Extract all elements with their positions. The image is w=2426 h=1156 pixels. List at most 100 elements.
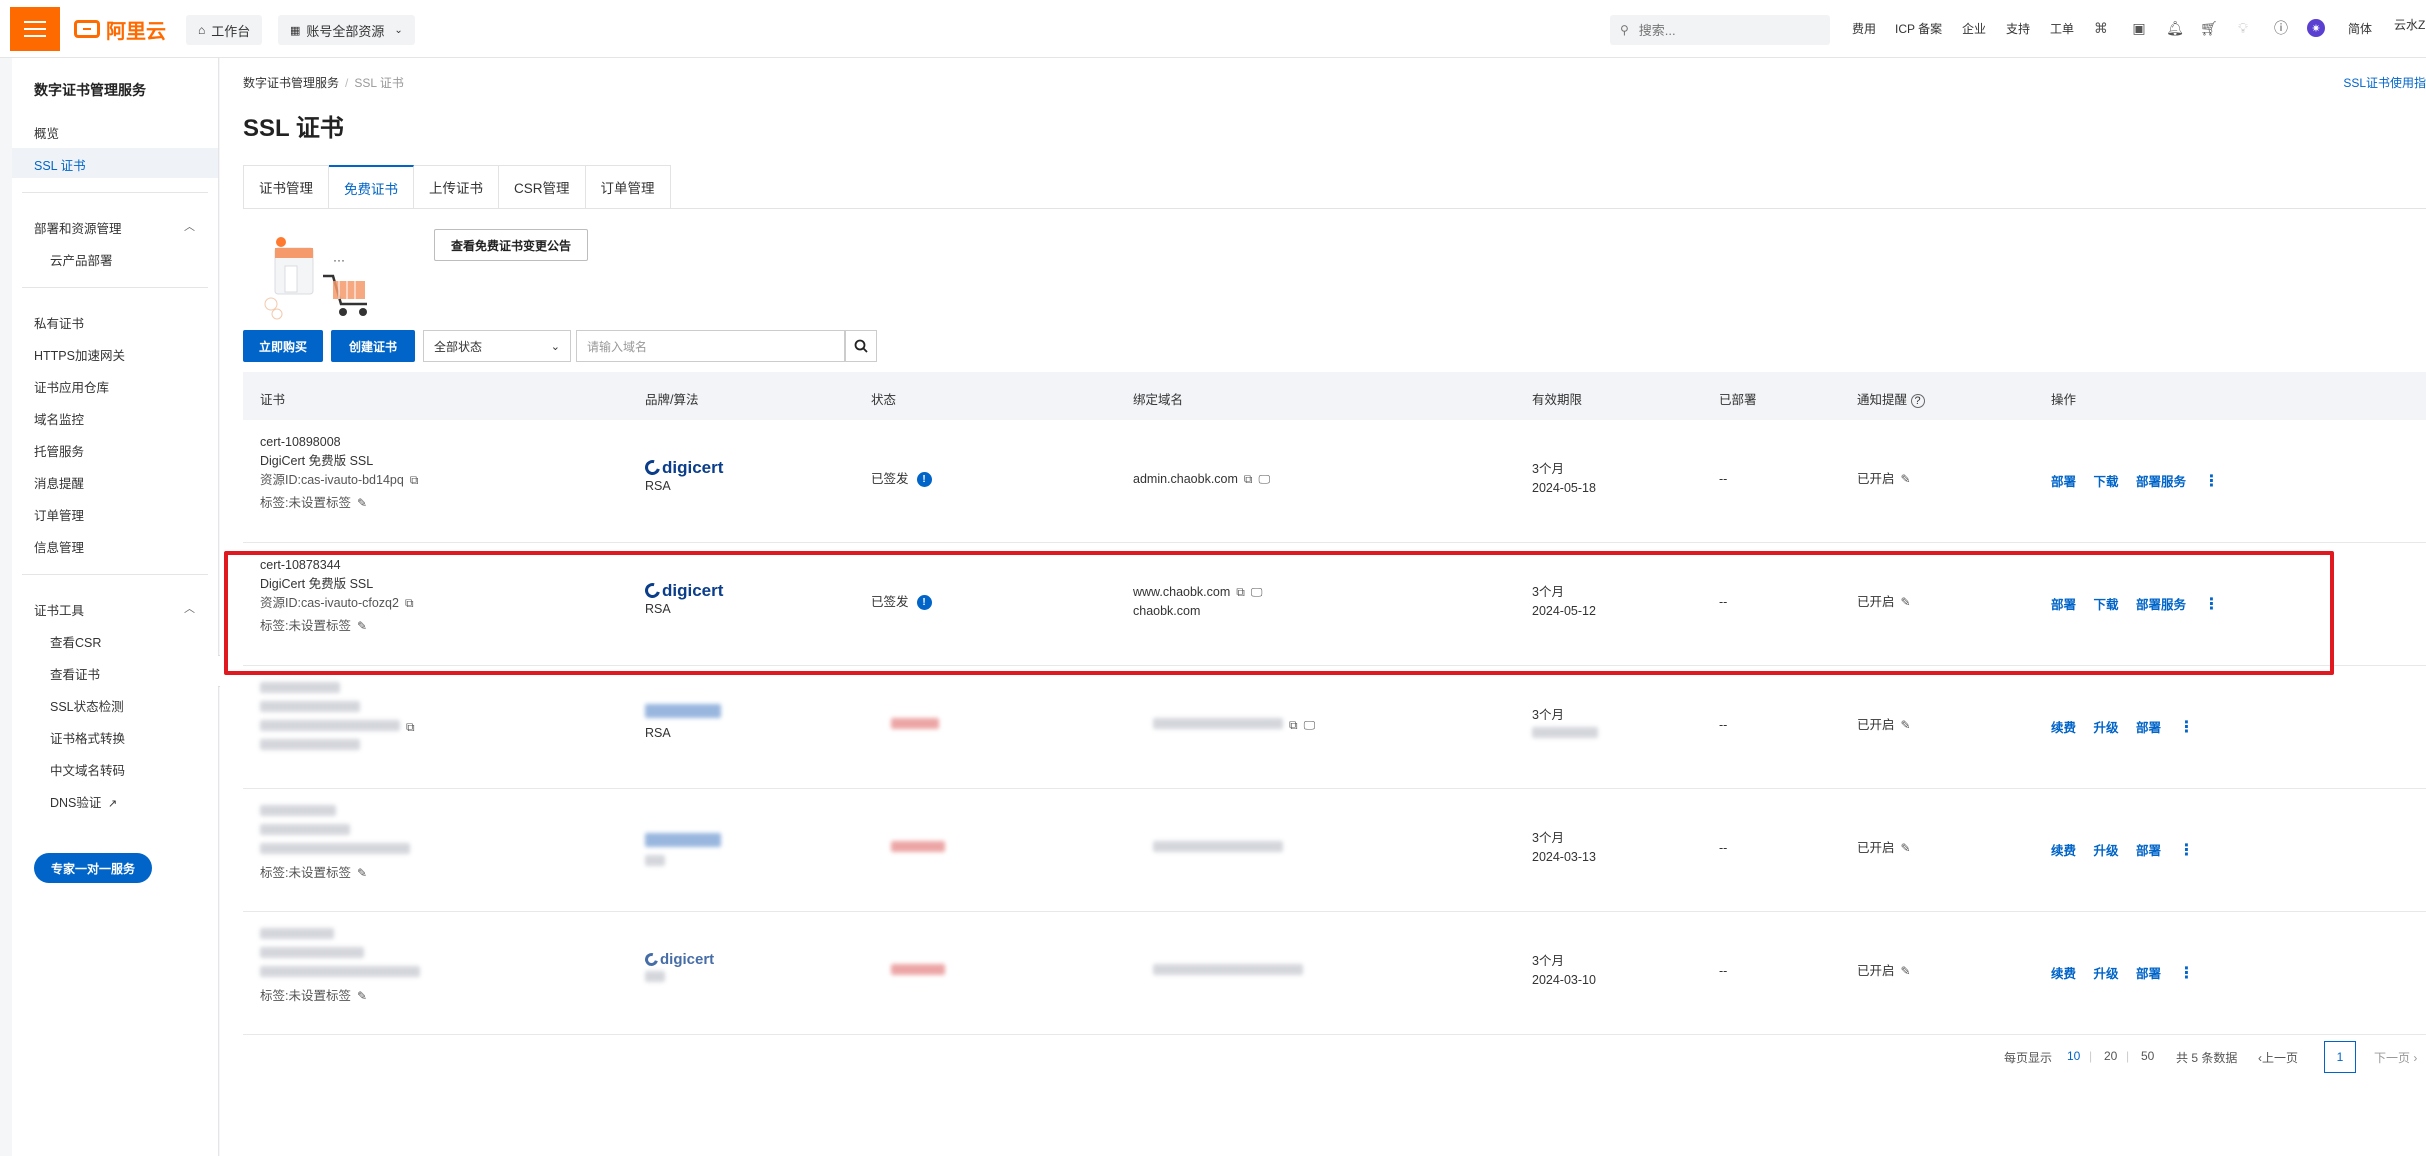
next-page[interactable]: 下一页 › [2374,1049,2417,1066]
settings-app-icon[interactable]: ✷ [2307,19,2325,37]
chevron-up-icon[interactable]: ︿ [184,600,195,616]
question-icon[interactable]: ? [1910,394,1925,408]
free-cert-notice-button[interactable]: 查看免费证书变更公告 [434,229,588,261]
prev-page[interactable]: ‹上一页 [2258,1049,2298,1066]
more-icon[interactable]: ⋮ [2179,965,2195,982]
download-link[interactable]: 下载 [2094,475,2119,489]
sidebar-item-dns-verify[interactable]: DNS验证 ↗ [50,792,117,811]
edit-icon[interactable]: ✎ [357,864,367,883]
breadcrumb-root[interactable]: 数字证书管理服务 [243,76,339,90]
global-search-input[interactable] [1636,21,1807,39]
sidebar-item-cloud-deploy[interactable]: 云产品部署 [50,250,113,269]
page-size-10[interactable]: 10 [2067,1049,2080,1063]
language-switch[interactable]: 简体 [2348,20,2372,37]
copy-icon[interactable]: ⧉ [406,718,415,737]
deploy-link[interactable]: 部署 [2051,475,2076,489]
cart-icon[interactable]: 🛒︎ [2200,19,2218,37]
page-size-20[interactable]: 20 [2104,1049,2117,1063]
domain-search-input[interactable]: 请输入域名 [576,330,846,362]
upgrade-link[interactable]: 升级 [2094,844,2119,858]
renew-link[interactable]: 续费 [2051,844,2076,858]
create-cert-button[interactable]: 创建证书 [331,330,415,362]
info-icon[interactable]: ! [916,472,932,488]
copy-icon[interactable]: ⧉ [1244,470,1253,489]
more-icon[interactable]: ⋮ [2179,842,2195,859]
monitor-icon[interactable]: 🖵︎ [1259,470,1271,489]
info-icon[interactable]: ! [916,595,932,611]
deploy-link[interactable]: 部署 [2136,844,2161,858]
sidebar-item-view-cert[interactable]: 查看证书 [50,664,100,683]
sidebar-item-info[interactable]: 信息管理 [34,537,84,556]
deploy-link[interactable]: 部署 [2136,721,2161,735]
sidebar-item-orders[interactable]: 订单管理 [34,505,84,524]
tab-upload-cert[interactable]: 上传证书 [414,165,499,209]
nav-billing[interactable]: 费用 [1852,20,1876,37]
edit-icon[interactable]: ✎ [1901,839,1911,858]
edit-icon[interactable]: ✎ [357,617,367,636]
nav-support[interactable]: 支持 [2006,20,2030,37]
tab-orders[interactable]: 订单管理 [585,165,671,209]
more-icon[interactable]: ⋮ [2204,473,2220,490]
sidebar-item-cert-repo[interactable]: 证书应用仓库 [34,377,109,396]
brand-logo[interactable]: 阿里云 [74,16,166,43]
edit-icon[interactable]: ✎ [357,987,367,1006]
more-icon[interactable]: ⋮ [2179,719,2195,736]
copy-icon[interactable]: ⧉ [1289,716,1298,735]
nav-icp[interactable]: ICP 备案 [1895,20,1942,37]
sidebar-item-notifications[interactable]: 消息提醒 [34,473,84,492]
sidebar-item-ssl-check[interactable]: SSL状态检测 [50,696,124,715]
edit-icon[interactable]: ✎ [1901,593,1911,612]
code-icon[interactable]: ⌘ [2092,19,2110,37]
monitor-icon[interactable]: 🖵︎ [1251,583,1263,602]
menu-icon[interactable] [10,7,60,51]
nav-enterprise[interactable]: 企业 [1962,20,1986,37]
edit-icon[interactable]: ✎ [1901,962,1911,981]
sidebar-item-view-csr[interactable]: 查看CSR [50,632,101,651]
workbench-button[interactable]: ⌂ 工作台 [186,15,263,45]
bell-icon[interactable]: 🔔︎ [2166,19,2184,37]
upgrade-link[interactable]: 升级 [2094,721,2119,735]
renew-link[interactable]: 续费 [2051,967,2076,981]
sidebar-item-managed-service[interactable]: 托管服务 [34,441,84,460]
user-name[interactable]: 云水Z [2394,16,2425,33]
page-size-50[interactable]: 50 [2141,1049,2154,1063]
sidebar-group-deploy[interactable]: 部署和资源管理 [34,218,122,237]
sidebar-item-https-gateway[interactable]: HTTPS加速网关 [34,345,125,364]
deploy-link[interactable]: 部署 [2051,598,2076,612]
edit-icon[interactable]: ✎ [1901,470,1911,489]
lightbulb-icon[interactable]: 💡︎ [2234,19,2252,37]
ssl-guide-link[interactable]: SSL证书使用指 [2343,74,2426,91]
edit-icon[interactable]: ✎ [357,494,367,513]
deploy-service-link[interactable]: 部署服务 [2136,475,2186,489]
upgrade-link[interactable]: 升级 [2094,967,2119,981]
renew-link[interactable]: 续费 [2051,721,2076,735]
tab-csr[interactable]: CSR管理 [499,165,586,209]
tab-cert-management[interactable]: 证书管理 [243,165,329,209]
chevron-up-icon[interactable]: ︿ [184,218,195,234]
copy-icon[interactable]: ⧉ [1236,583,1245,602]
download-link[interactable]: 下载 [2094,598,2119,612]
sidebar-item-private-cert[interactable]: 私有证书 [34,313,84,332]
terminal-icon[interactable]: ▣ [2130,19,2148,37]
sidebar-group-tools[interactable]: 证书工具 [34,600,84,619]
edit-icon[interactable]: ✎ [1901,716,1911,735]
deploy-service-link[interactable]: 部署服务 [2136,598,2186,612]
sidebar-item-domain-monitor[interactable]: 域名监控 [34,409,84,428]
global-search[interactable]: ⚲ [1610,15,1830,45]
expert-service-button[interactable]: 专家一对一服务 [34,853,152,883]
buy-now-button[interactable]: 立即购买 [243,330,323,362]
help-icon[interactable]: ⓘ [2272,19,2290,37]
monitor-icon[interactable]: 🖵︎ [1304,716,1316,735]
page-1[interactable]: 1 [2324,1041,2356,1073]
nav-ticket[interactable]: 工单 [2050,20,2074,37]
status-filter-select[interactable]: 全部状态 ⌄ [423,330,571,362]
sidebar-item-format-convert[interactable]: 证书格式转换 [50,728,125,747]
sidebar-item-overview[interactable]: 概览 [34,123,59,142]
sidebar-item-punycode[interactable]: 中文域名转码 [50,760,125,779]
copy-icon[interactable]: ⧉ [405,594,414,613]
domain-search-button[interactable] [844,330,877,362]
tab-free-cert[interactable]: 免费证书 [329,165,414,209]
more-icon[interactable]: ⋮ [2204,596,2220,613]
sidebar-item-ssl[interactable]: SSL 证书 [34,155,86,174]
copy-icon[interactable]: ⧉ [410,471,419,490]
